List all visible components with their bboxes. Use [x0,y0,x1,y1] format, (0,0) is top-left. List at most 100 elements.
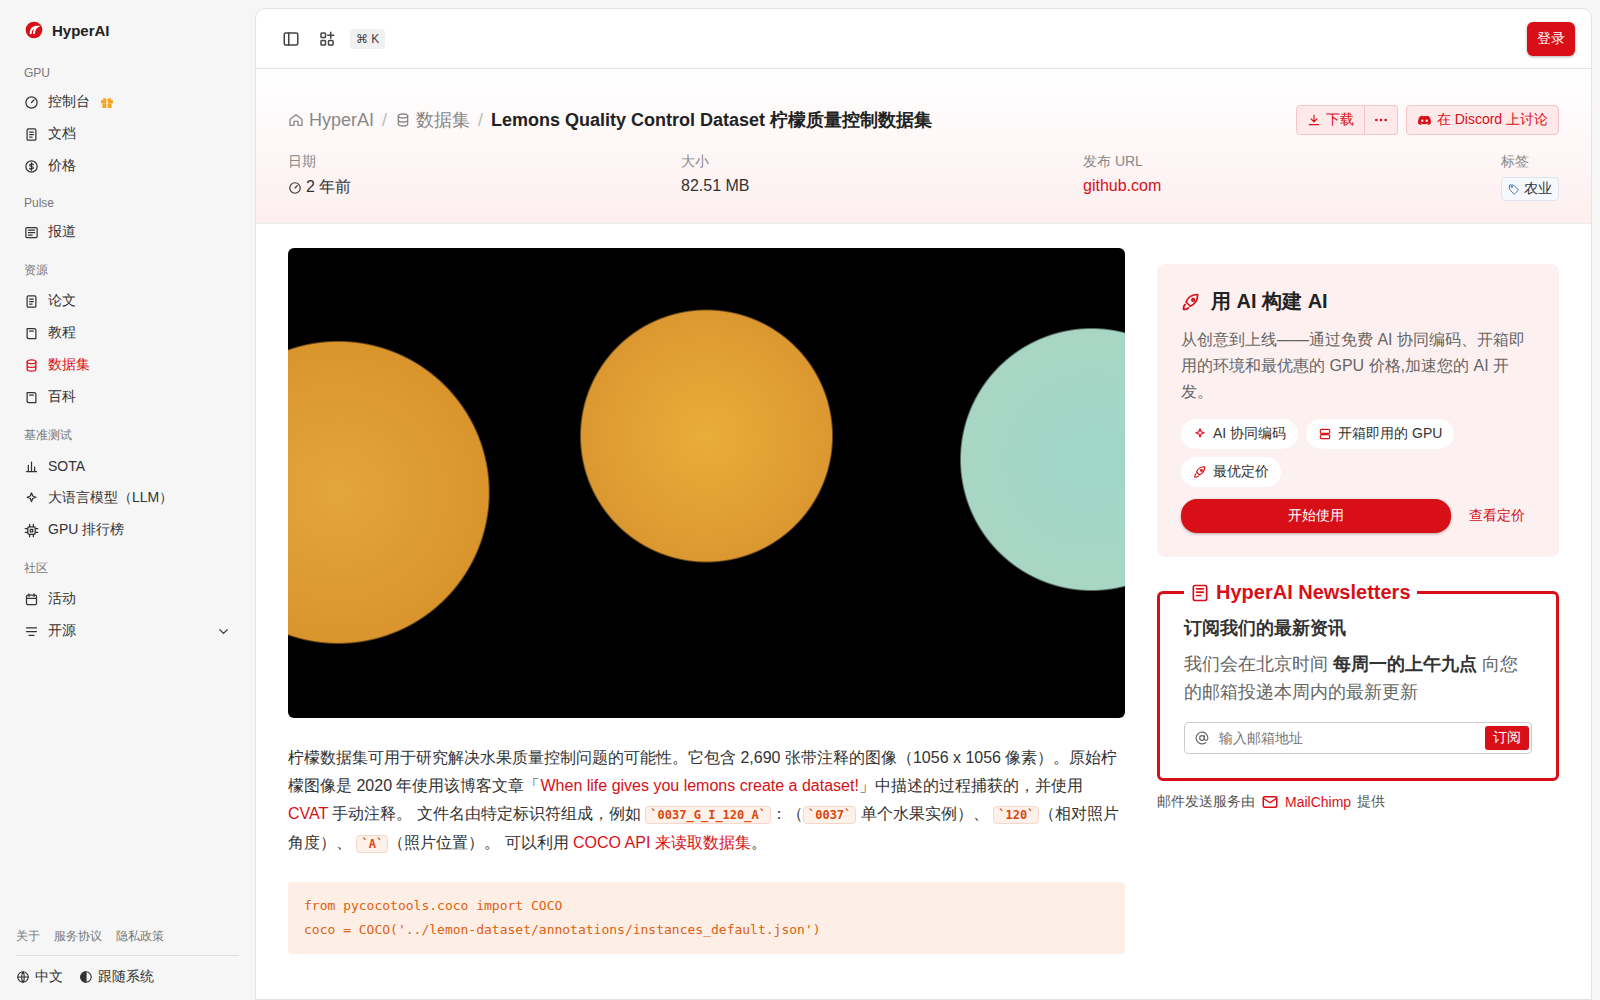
globe-icon [16,970,30,984]
feature-chip: AI 协同编码 [1181,419,1298,449]
feature-chip: 最优定价 [1181,457,1281,487]
breadcrumb-separator: / [478,110,483,131]
breadcrumb[interactable]: 数据集 [395,108,470,132]
menu-icon [24,459,39,474]
newspaper-icon [1190,583,1210,603]
section-title: GPU [16,66,239,80]
subscribe-button[interactable]: 订阅 [1485,726,1529,750]
shortcut-key: ⌘ K [350,29,385,49]
more-icon [1373,112,1389,128]
meta: 日期2 年前大小82.51 MB发布 URLgithub.com标签农业 [288,153,1559,201]
login-button[interactable]: 登录 [1527,22,1575,56]
tag[interactable]: 农业 [1501,177,1559,201]
inline-code: `120` [993,806,1039,824]
main-panel: ⌘ K登录HyperAI/数据集/Lemons Quality Control … [255,8,1592,1000]
text: ：（ [771,805,803,822]
menu-icon [24,592,39,607]
theme-icon [79,970,93,984]
gift-icon [99,94,115,110]
sidebar-icon [282,30,300,48]
menu-icon [24,95,39,110]
email-input[interactable] [1217,729,1477,747]
rocket-icon [1181,292,1201,312]
dataset-image [288,248,1125,718]
sidebar-item[interactable]: 控制台 [16,86,239,118]
newsletter: HyperAI Newsletters订阅我们的最新资讯我们会在北京时间 每周一… [1157,581,1559,781]
section-title: Pulse [16,196,239,210]
sidebar-item[interactable]: 文档 [16,118,239,150]
menu-icon [24,326,39,341]
sidebar-item[interactable]: 教程 [16,317,239,349]
sidebar-item[interactable]: 百科 [16,381,239,413]
clock-icon [288,181,302,195]
feature-chip: 开箱即用的 GPU [1306,419,1454,449]
sidebar: HyperAIGPU控制台文档价格Pulse报道资源论文教程数据集百科基准测试S… [0,0,255,1000]
menu-icon [24,358,39,373]
db-icon [395,112,411,128]
menu-icon [24,491,39,506]
menu-icon [24,390,39,405]
footer-link[interactable]: 隐私政策 [116,928,164,945]
footer-link[interactable]: 服务协议 [54,928,102,945]
sidebar-footer: 关于服务协议隐私政策中文跟随系统 [16,928,239,986]
dataset-header: HyperAI/数据集/Lemons Quality Control Datas… [256,69,1591,224]
footer-link[interactable]: 关于 [16,928,40,945]
sidebar-item[interactable]: SOTA [16,450,239,482]
meta-field: 日期2 年前 [288,153,681,201]
theme-switch[interactable]: 跟随系统 [79,968,154,986]
sidebar-item[interactable]: 价格 [16,150,239,182]
inline-code: `0037_G_I_120_A` [645,806,771,824]
link[interactable]: CVAT [288,805,328,822]
language-switch[interactable]: 中文 [16,968,63,986]
mail-icon [1261,793,1279,811]
sidebar-item[interactable]: 开源 [16,615,239,647]
menu-icon [24,624,39,639]
source-link[interactable]: github.com [1083,177,1161,195]
sidebar-item[interactable]: GPU 排行榜 [16,514,239,546]
menu-icon [24,523,39,538]
logo[interactable]: HyperAI [16,20,239,40]
inline-code: `A` [356,835,388,853]
menu-icon [24,127,39,142]
home-icon [288,112,304,128]
feature-icon [1193,427,1207,441]
inline-code: `0037` [803,806,856,824]
discord-icon [1417,113,1432,128]
discord-button[interactable]: 在 Discord 上讨论 [1406,105,1559,135]
promo-card: 用 AI 构建 AI从创意到上线——通过免费 AI 协同编码、开箱即用的环境和最… [1157,264,1559,557]
sidebar-item[interactable]: 报道 [16,216,239,248]
feature-icon [1193,465,1207,479]
text: 。 [751,834,767,851]
link[interactable]: COCO API 来读取数据集 [573,834,751,851]
meta-field: 标签农业 [1501,153,1559,201]
topbar: ⌘ K 登录 [256,9,1591,69]
menu-icon [24,225,39,240]
sidebar-item[interactable]: 活动 [16,583,239,615]
code-block: from pycocotools.coco import COCOcoco = … [288,882,1125,954]
meta-field: 发布 URLgithub.com [1083,153,1501,201]
download-button[interactable]: 下载 [1296,105,1365,135]
mailchimp-link[interactable]: MailChimp [1285,794,1351,810]
hyperai-logo-icon [24,20,44,40]
link[interactable]: When life gives you lemons create a data… [540,777,858,794]
section-title: 社区 [16,560,239,577]
text: （照片位置）。 可以利用 [388,834,573,851]
sidebar-item[interactable]: 数据集 [16,349,239,381]
more-button[interactable] [1365,105,1398,135]
text: 」中描述的过程捕获的，并使用 [859,777,1083,794]
sidebar-item[interactable]: 大语言模型（LLM） [16,482,239,514]
section-title: 资源 [16,262,239,279]
menu-icon [24,294,39,309]
chevron-icon [216,624,231,639]
breadcrumbs: HyperAI/数据集/Lemons Quality Control Datas… [288,105,1559,135]
pricing-link[interactable]: 查看定价 [1469,507,1525,525]
start-button[interactable]: 开始使用 [1181,499,1451,533]
command-button[interactable] [314,26,340,52]
tag-icon [1508,183,1520,195]
text: 单个水果实例）、 [856,805,993,822]
apps-icon [318,30,336,48]
sidebar-item[interactable]: 论文 [16,285,239,317]
breadcrumb[interactable]: HyperAI [288,110,374,131]
sidebar-toggle[interactable] [278,26,304,52]
menu-icon [24,159,39,174]
